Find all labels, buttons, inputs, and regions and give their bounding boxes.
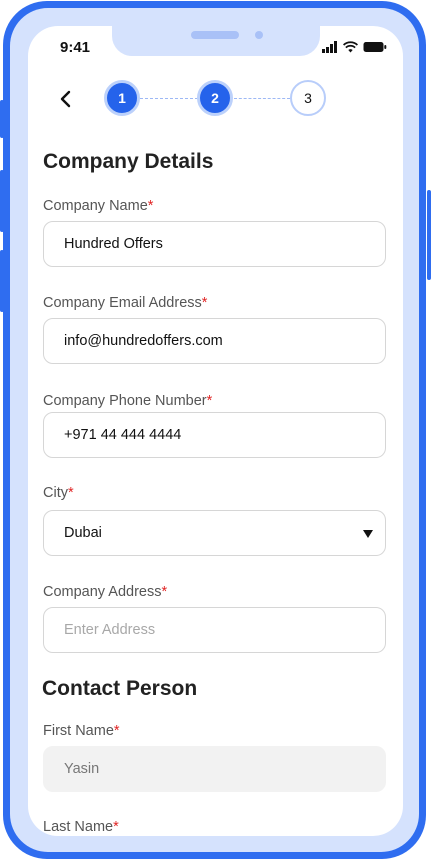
city-label: City* [43, 485, 74, 501]
required-marker: * [147, 198, 154, 214]
required-marker: * [206, 393, 213, 409]
company-address-label: Company Address* [43, 584, 168, 600]
required-marker: * [67, 485, 74, 501]
company-name-label: Company Name* [43, 198, 154, 214]
step-1[interactable]: 1 [104, 80, 140, 116]
speaker [191, 31, 239, 39]
company-name-input[interactable]: Hundred Offers [43, 221, 386, 267]
contact-person-heading: Contact Person [42, 677, 198, 700]
battery-icon [363, 42, 387, 52]
status-icons [322, 40, 387, 54]
city-select-value: Dubai [64, 525, 102, 541]
first-name-label: First Name* [43, 723, 120, 739]
step-3[interactable]: 3 [290, 80, 326, 116]
stepper-connector [234, 98, 290, 99]
company-email-label: Company Email Address* [43, 295, 208, 311]
city-select[interactable]: Dubai [43, 510, 386, 556]
company-phone-input[interactable]: +971 44 444 4444 [43, 412, 386, 458]
required-marker: * [113, 723, 120, 739]
status-time: 9:41 [60, 39, 91, 56]
signal-icon [322, 41, 337, 53]
required-marker: * [201, 295, 208, 311]
first-name-input[interactable]: Yasin [43, 746, 386, 792]
last-name-label: Last Name* [43, 819, 119, 835]
company-address-input[interactable]: Enter Address [43, 607, 386, 653]
side-button [0, 250, 4, 312]
wifi-icon [343, 41, 358, 53]
required-marker: * [113, 819, 119, 835]
stepper-connector [140, 98, 198, 99]
side-button [0, 170, 4, 232]
dropdown-caret-icon [363, 530, 373, 538]
company-phone-label: Company Phone Number* [43, 393, 213, 409]
camera [255, 31, 263, 39]
company-details-heading: Company Details [43, 150, 214, 173]
back-arrow-icon[interactable] [56, 88, 76, 110]
company-email-input[interactable]: info@hundredoffers.com [43, 318, 386, 364]
side-button [0, 100, 4, 138]
required-marker: * [161, 584, 168, 600]
side-button [427, 190, 431, 280]
step-2[interactable]: 2 [197, 80, 233, 116]
